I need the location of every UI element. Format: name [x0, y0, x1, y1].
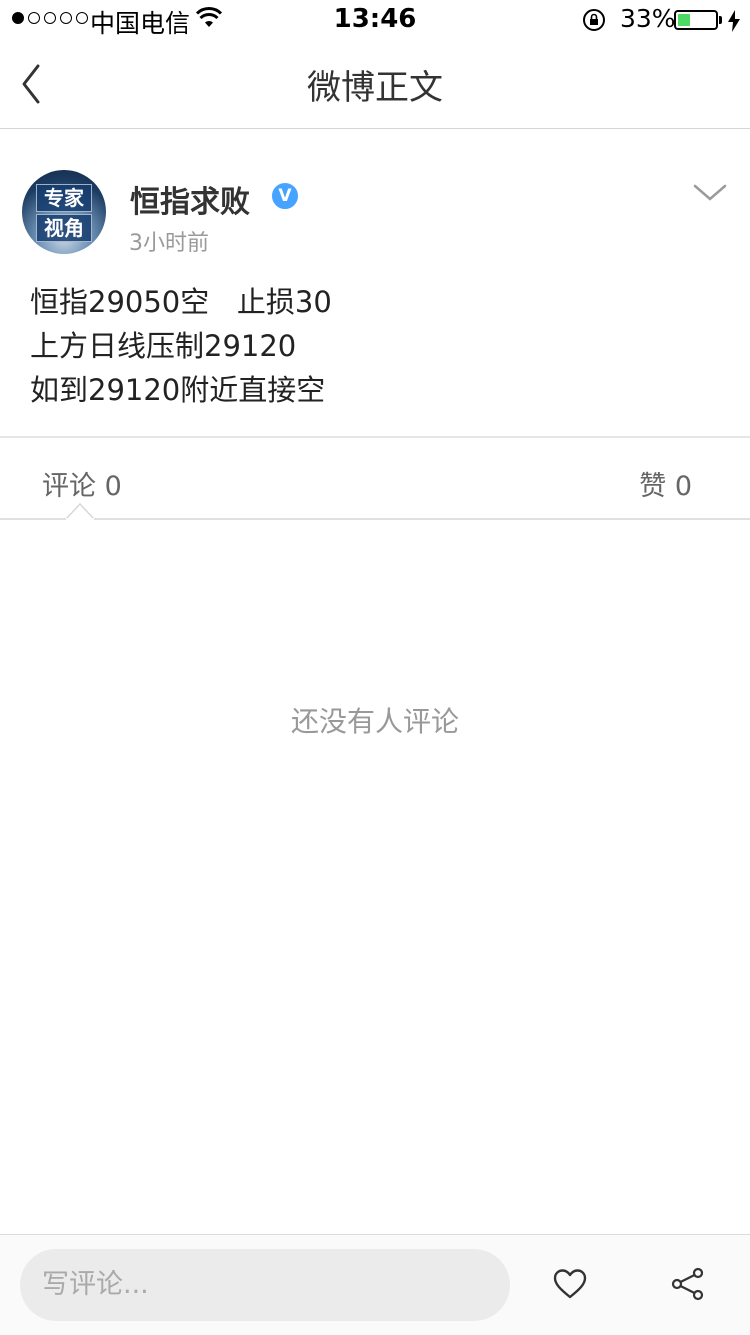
page-title: 微博正文 [307, 68, 443, 108]
verified-v-icon: V [270, 181, 300, 211]
heart-icon [553, 1269, 587, 1299]
post-line: 如到29120附近直接空 [30, 373, 326, 407]
avatar-text-line2: 视角 [36, 214, 92, 242]
post-content: 恒指29050空 止损30 上方日线压制29120 如到29120附近直接空 [30, 280, 730, 412]
post-line: 恒指29050空 止损30 [30, 285, 332, 319]
rotation-lock-icon [582, 8, 606, 39]
post-line: 上方日线压制29120 [30, 329, 297, 363]
avatar-text-line1: 专家 [36, 184, 92, 212]
avatar-logo: 专家 视角 [36, 184, 92, 244]
battery-icon [674, 10, 718, 30]
comment-input[interactable]: 写评论... [20, 1249, 510, 1321]
tab-likes[interactable]: 赞 0 [639, 464, 692, 503]
battery-percent: 33% [620, 4, 676, 33]
charging-icon [727, 9, 741, 39]
interaction-tabs: 评论 0 赞 0 [0, 438, 750, 518]
share-icon [671, 1267, 704, 1301]
empty-comments-message: 还没有人评论 [290, 705, 459, 738]
active-tab-indicator [65, 502, 95, 520]
tab-divider [0, 518, 750, 520]
post-time: 3小时前 [129, 231, 209, 256]
tab-comments[interactable]: 评论 0 [42, 464, 122, 503]
battery-tip [719, 16, 722, 24]
navigation-bar: 微博正文 [0, 40, 750, 129]
more-options-button[interactable] [692, 181, 728, 205]
share-button[interactable] [670, 1267, 706, 1301]
bottom-action-bar: 写评论... [0, 1234, 750, 1335]
author-name[interactable]: 恒指求败 [130, 177, 250, 221]
avatar[interactable]: 专家 视角 [22, 170, 106, 254]
post-header: 专家 视角 恒指求败 V 3小时前 [0, 129, 750, 269]
chevron-down-icon [693, 184, 727, 201]
status-bar: 中国电信 13:46 33% [0, 0, 750, 40]
like-button[interactable] [552, 1267, 588, 1301]
